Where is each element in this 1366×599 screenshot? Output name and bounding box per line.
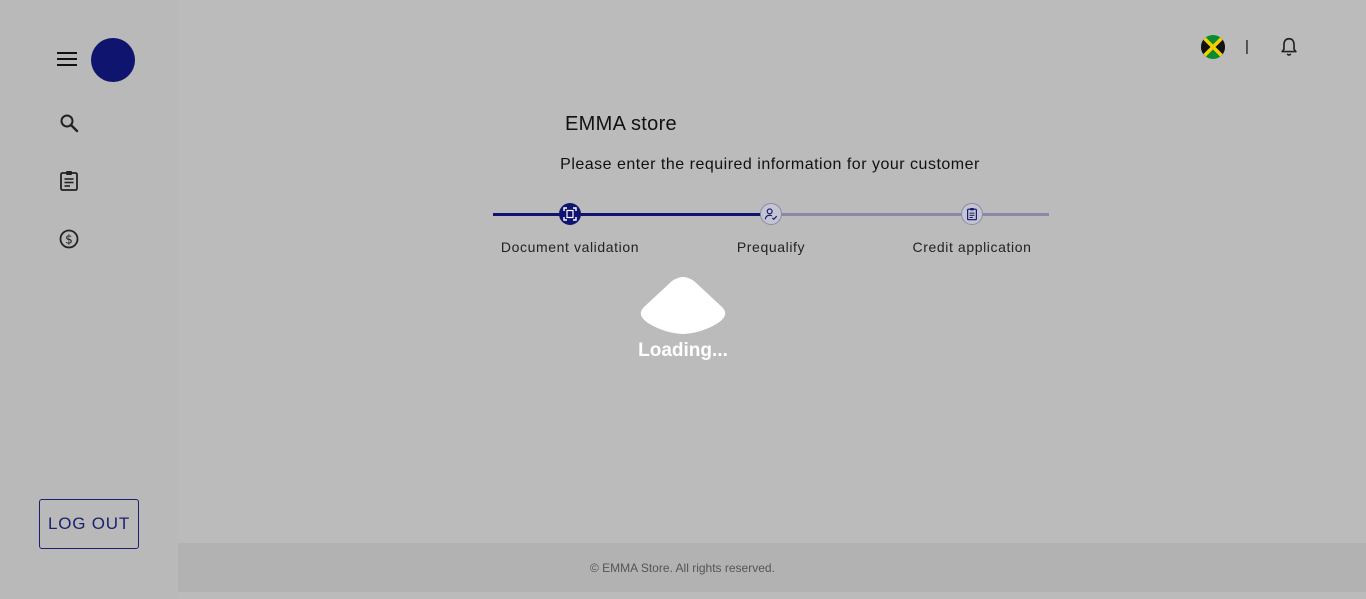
step-label-credit-application: Credit application xyxy=(912,239,1032,255)
clipboard-list-icon xyxy=(967,208,977,221)
header-separator: | xyxy=(1245,38,1249,55)
step-document-validation[interactable] xyxy=(559,203,581,225)
step-label-document-validation: Document validation xyxy=(500,239,640,255)
page-subtitle: Please enter the required information fo… xyxy=(560,156,980,173)
stepper-progress-active xyxy=(493,213,770,216)
step-prequalify[interactable] xyxy=(760,203,782,225)
person-check-icon xyxy=(764,208,778,221)
bell-icon[interactable] xyxy=(1278,36,1300,58)
svg-text:$: $ xyxy=(65,233,73,247)
sidebar: $ LOG OUT xyxy=(0,0,178,599)
search-icon[interactable] xyxy=(57,111,81,135)
step-credit-application[interactable] xyxy=(961,203,983,225)
avatar[interactable] xyxy=(91,38,135,82)
dollar-circle-icon[interactable]: $ xyxy=(57,227,81,251)
jamaica-flag-icon[interactable] xyxy=(1201,35,1225,59)
page-title: EMMA store xyxy=(565,113,677,135)
logout-button[interactable]: LOG OUT xyxy=(39,499,139,549)
loading-text: Loading... xyxy=(638,340,728,361)
step-label-prequalify: Prequalify xyxy=(736,239,806,255)
stepper-progress-inactive xyxy=(770,213,1049,216)
loading-spinner-icon xyxy=(640,277,726,335)
document-scan-icon xyxy=(563,207,577,221)
clipboard-icon[interactable] xyxy=(57,169,81,193)
hamburger-menu-icon[interactable] xyxy=(57,52,77,66)
footer: © EMMA Store. All rights reserved. xyxy=(178,543,1366,592)
footer-copyright: © EMMA Store. All rights reserved. xyxy=(590,561,775,575)
